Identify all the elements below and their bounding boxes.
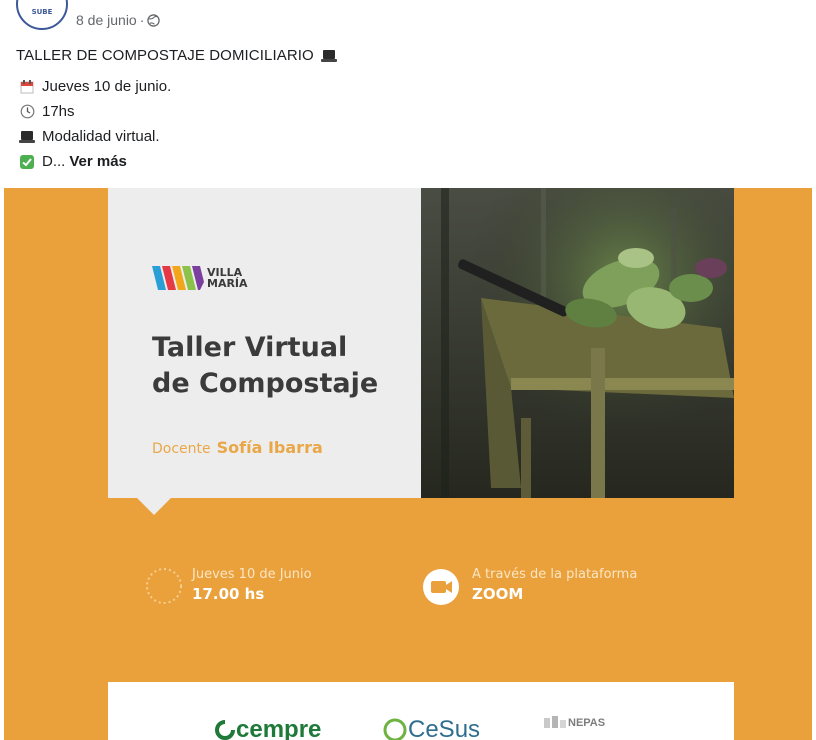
cesus-icon [383,718,407,740]
villa-maria-logo: VILLA MARÍA [152,264,248,292]
teacher-name: Sofía Ibarra [216,438,323,457]
avatar-text: SUBE [31,8,53,16]
post-line-date: Jueves 10 de junio. [18,78,171,95]
sponsor-bar: cempre CeSus NEPAS [108,682,734,740]
platform-label: A través de la plataforma [472,567,638,582]
zoom-camera-icon [423,569,459,605]
workshop-title: Taller Virtual de Compostaje [152,330,378,402]
event-date-text: Jueves 10 de Junio 17.00 hs [192,566,312,604]
calendar-icon [18,79,36,95]
see-more-link[interactable]: Ver más [69,153,127,170]
teacher-info: Docente Sofía Ibarra [152,438,323,457]
sponsor-third-logo: NEPAS [544,716,605,730]
compost-photo-art [421,188,734,498]
cempre-icon [215,720,235,740]
logo-line: MARÍA [207,277,248,290]
sponsor-name: CeSus [408,716,481,740]
laptop-icon [320,49,337,62]
title-line: Taller Virtual [152,332,348,363]
post-title-text: TALLER DE COMPOSTAJE DOMICILIARIO [16,47,314,64]
teacher-label: Docente [152,441,211,457]
post-date[interactable]: 8 de junio [76,12,137,28]
globe-icon[interactable] [147,13,161,27]
post-line-time: 17hs [18,103,75,120]
post-title: TALLER DE COMPOSTAJE DOMICILIARIO [16,47,338,64]
post-line-mode: Modalidad virtual. [18,128,160,145]
event-date-day: Jueves 10 de Junio [192,567,312,582]
sponsor-name: cempre [236,716,322,740]
post-line-text: 17hs [42,103,75,120]
event-platform: A través de la plataforma ZOOM [422,566,637,606]
post-header: SUBE 8 de junio · TALLER DE COMPOSTAJE D… [0,0,816,188]
flyer-title-card: VILLA MARÍA Taller Virtual de Compostaje… [108,188,421,498]
post-line-text: Modalidad virtual. [42,128,160,145]
sponsor-mark-icon [544,716,566,728]
event-platform-text: A través de la plataforma ZOOM [472,566,637,604]
post-line-more: D... Ver más [18,153,127,170]
sponsor-cesus-logo: CeSus [382,716,480,740]
event-date-time: 17.00 hs [192,585,265,603]
check-icon [18,154,36,170]
post-meta: 8 de junio · [76,12,161,28]
platform-name: ZOOM [472,585,524,603]
event-date: Jueves 10 de Junio 17.00 hs [144,566,312,606]
clock-icon [18,104,36,120]
laptop-icon [18,129,36,145]
logo-mark-icon [152,266,204,290]
flyer-image[interactable]: VILLA MARÍA Taller Virtual de Compostaje… [4,188,812,740]
title-line: de Compostaje [152,368,379,399]
logo-text: VILLA MARÍA [207,267,248,289]
clock-icon [146,568,182,604]
post-line-text: Jueves 10 de junio. [42,78,172,95]
post-line-text: D... [42,153,66,170]
meta-separator: · [139,12,145,28]
avatar[interactable]: SUBE [16,0,68,30]
sponsor-name: NEPAS [568,717,606,729]
compost-photo [421,188,734,498]
sponsor-cempre-logo: cempre [214,716,321,740]
